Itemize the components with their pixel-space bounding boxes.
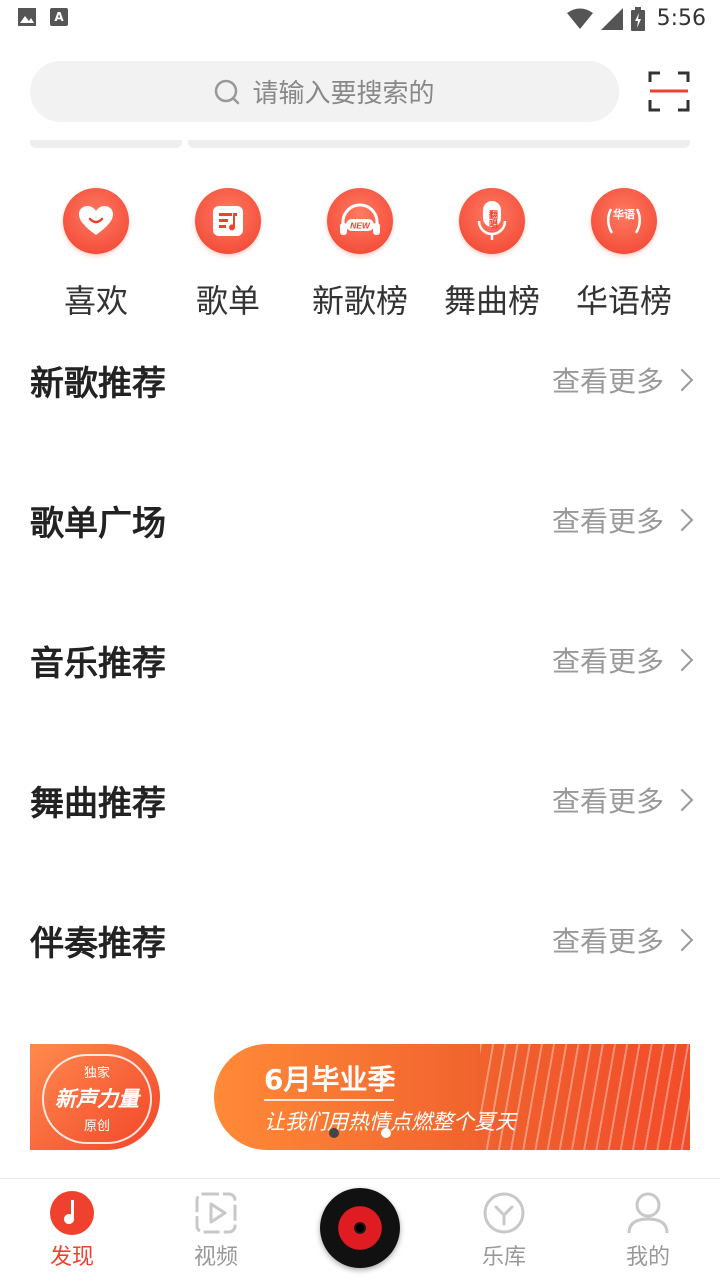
battery-icon: [630, 6, 645, 31]
svg-text:华语: 华语: [613, 207, 635, 221]
banner-top-text: 独家: [83, 1066, 110, 1081]
section-accompaniment-recommend: 伴奏推荐 查看更多: [30, 910, 694, 970]
carousel-dot-active[interactable]: [381, 1128, 391, 1138]
signal-icon: [600, 7, 623, 30]
nav-label: 乐库: [481, 1245, 526, 1270]
heart-icon: [63, 188, 129, 254]
scan-icon[interactable]: [648, 70, 690, 112]
banner-bottom-text: 原创: [83, 1119, 110, 1134]
nav-label: 视频: [193, 1245, 238, 1270]
font-a-icon: A: [50, 8, 68, 26]
view-more-label: 查看更多: [551, 925, 664, 958]
category-new-songs-chart[interactable]: NEW 新歌榜: [294, 188, 426, 322]
chevron-right-icon: [670, 648, 694, 672]
view-more-button[interactable]: 查看更多: [551, 640, 694, 680]
library-icon: [483, 1192, 525, 1234]
disc-center: [356, 1224, 364, 1232]
status-bar: A 5:56: [0, 0, 720, 40]
new-voice-badge: 独家 新声力量 原创: [42, 1054, 152, 1144]
svg-text:NEW: NEW: [350, 221, 371, 231]
category-label: 华语榜: [575, 282, 672, 320]
section-new-songs: 新歌推荐 查看更多: [30, 350, 694, 410]
category-playlist[interactable]: 歌单: [162, 188, 294, 322]
clock: 5:56: [656, 6, 706, 31]
view-more-button[interactable]: 查看更多: [551, 920, 694, 960]
category-row: 喜欢 歌单 NEW 新歌榜 翻唱 舞曲榜 华语 华语榜: [30, 188, 690, 322]
new-headphones-icon: NEW: [327, 188, 393, 254]
music-note-icon: [50, 1191, 94, 1235]
nav-discover[interactable]: 发现: [0, 1179, 144, 1281]
section-dance-recommend: 舞曲推荐 查看更多: [30, 770, 694, 830]
view-more-button[interactable]: 查看更多: [551, 500, 694, 540]
search-placeholder: 请输入要搜索的: [252, 79, 435, 109]
search-input[interactable]: 请输入要搜索的: [30, 61, 619, 122]
nav-library[interactable]: 乐库: [432, 1179, 576, 1281]
svg-text:翻唱: 翻唱: [487, 209, 498, 229]
chevron-right-icon: [670, 928, 694, 952]
view-more-label: 查看更多: [551, 645, 664, 678]
vinyl-disc-icon[interactable]: [320, 1188, 400, 1268]
video-play-icon: [195, 1192, 237, 1234]
category-label: 新歌榜: [311, 282, 408, 320]
playlist-icon: [195, 188, 261, 254]
banner-carousel-edge: [30, 140, 182, 148]
view-more-label: 查看更多: [551, 365, 664, 398]
section-title: 歌单广场: [30, 503, 166, 544]
section-title: 舞曲推荐: [30, 783, 166, 824]
nav-label: 发现: [49, 1245, 94, 1270]
section-title: 新歌推荐: [30, 363, 166, 404]
view-more-button[interactable]: 查看更多: [551, 780, 694, 820]
category-dance-chart[interactable]: 翻唱 舞曲榜: [426, 188, 558, 322]
banner-main-text: 新声力量: [55, 1087, 139, 1111]
category-label: 舞曲榜: [443, 282, 540, 320]
microphone-icon: 翻唱: [459, 188, 525, 254]
banner-divider: [264, 1099, 394, 1101]
chevron-right-icon: [670, 368, 694, 392]
banner-title: 6月毕业季: [264, 1063, 396, 1096]
banner-graduation[interactable]: 6月毕业季 让我们用热情点燃整个夏天: [214, 1044, 690, 1150]
view-more-label: 查看更多: [551, 505, 664, 538]
nav-video[interactable]: 视频: [144, 1179, 288, 1281]
view-more-button[interactable]: 查看更多: [551, 360, 694, 400]
user-icon: [627, 1192, 669, 1234]
banner-new-voice[interactable]: 独家 新声力量 原创: [30, 1044, 160, 1150]
chevron-right-icon: [670, 788, 694, 812]
category-favorites[interactable]: 喜欢: [30, 188, 162, 322]
wifi-icon: [566, 8, 593, 29]
section-title: 音乐推荐: [30, 643, 166, 684]
section-music-recommend: 音乐推荐 查看更多: [30, 630, 694, 690]
banner-carousel-edge: [188, 140, 690, 148]
section-title: 伴奏推荐: [30, 923, 166, 964]
nav-mine[interactable]: 我的: [576, 1179, 720, 1281]
nav-label: 我的: [625, 1245, 670, 1270]
image-icon: [18, 8, 36, 26]
category-chinese-chart[interactable]: 华语 华语榜: [558, 188, 690, 322]
section-playlist-square: 歌单广场 查看更多: [30, 490, 694, 550]
carousel-dot[interactable]: [329, 1128, 339, 1138]
search-icon: [215, 79, 240, 104]
laurel-badge-icon: 华语: [591, 188, 657, 254]
chevron-right-icon: [670, 508, 694, 532]
category-label: 喜欢: [63, 282, 128, 320]
view-more-label: 查看更多: [551, 785, 664, 818]
category-label: 歌单: [195, 282, 260, 320]
